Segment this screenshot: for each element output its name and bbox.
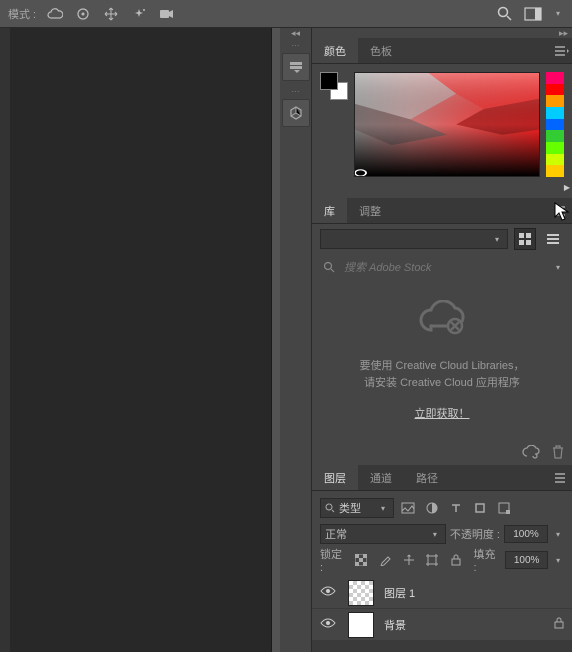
fill-input[interactable]: 100% xyxy=(505,551,548,569)
lock-all-icon[interactable] xyxy=(446,550,466,570)
blend-mode-select[interactable]: 正常▾ xyxy=(320,524,446,544)
cloud-sync-icon[interactable] xyxy=(522,445,540,462)
mode-label: 模式 : xyxy=(8,6,36,22)
layer-row[interactable]: 背景 xyxy=(312,609,572,641)
visibility-icon[interactable] xyxy=(320,617,338,632)
cloud-disabled-icon xyxy=(417,300,467,346)
dock-label-1: ··· xyxy=(292,42,300,50)
lock-artboard-icon[interactable] xyxy=(422,550,442,570)
cc-message-line1: 要使用 Creative Cloud Libraries， xyxy=(359,358,524,375)
layer-name[interactable]: 背景 xyxy=(384,617,544,633)
sparkle-tool-icon[interactable] xyxy=(130,5,148,23)
move-tool-icon[interactable] xyxy=(102,5,120,23)
grid-view-button[interactable] xyxy=(514,228,536,250)
circle-tool-icon[interactable] xyxy=(74,5,92,23)
color-spectrum[interactable] xyxy=(354,72,540,177)
dock-button-history[interactable] xyxy=(282,53,310,81)
search-icon xyxy=(320,258,338,276)
workspace-icon[interactable] xyxy=(524,5,542,23)
dock-button-3d[interactable] xyxy=(282,99,310,127)
lock-paint-icon[interactable] xyxy=(375,550,395,570)
panel-menu-icon[interactable] xyxy=(552,198,572,223)
lock-transparent-icon[interactable] xyxy=(352,550,372,570)
visibility-icon[interactable] xyxy=(320,585,338,600)
lock-label: 锁定 : xyxy=(320,546,348,574)
tab-adjustments[interactable]: 调整 xyxy=(347,198,393,223)
panel-menu-icon[interactable] xyxy=(552,38,572,63)
panel-menu-icon[interactable] xyxy=(552,465,572,490)
filter-shape-icon[interactable] xyxy=(470,498,490,518)
tab-color[interactable]: 颜色 xyxy=(312,38,358,63)
trash-icon[interactable] xyxy=(552,445,564,462)
tab-layers[interactable]: 图层 xyxy=(312,465,358,490)
foreground-color[interactable] xyxy=(320,72,338,90)
expand-right-icon[interactable]: ▸▸ xyxy=(312,28,572,38)
layer-row[interactable]: 图层 1 xyxy=(312,577,572,609)
layer-thumbnail[interactable] xyxy=(348,580,374,606)
list-view-button[interactable] xyxy=(542,228,564,250)
fill-chevron-icon[interactable]: ▾ xyxy=(552,556,564,565)
cc-get-link[interactable]: 立即获取！ xyxy=(415,405,470,421)
video-tool-icon[interactable] xyxy=(158,5,176,23)
filter-image-icon[interactable] xyxy=(398,498,418,518)
filter-type-icon[interactable] xyxy=(446,498,466,518)
lock-icon xyxy=(554,617,564,632)
layer-thumbnail[interactable] xyxy=(348,612,374,638)
canvas-area xyxy=(0,28,280,652)
tab-paths[interactable]: 路径 xyxy=(404,465,450,490)
opacity-input[interactable]: 100% xyxy=(504,525,548,543)
opacity-chevron-icon[interactable]: ▾ xyxy=(552,530,564,539)
layer-name[interactable]: 图层 1 xyxy=(384,585,564,601)
foreground-background-swatch[interactable] xyxy=(320,72,348,100)
tab-library[interactable]: 库 xyxy=(312,198,347,223)
workspace-chevron-icon[interactable]: ▾ xyxy=(552,9,564,18)
tab-channels[interactable]: 通道 xyxy=(358,465,404,490)
cloud-icon[interactable] xyxy=(46,5,64,23)
filter-smartobject-icon[interactable] xyxy=(494,498,514,518)
layer-filter-kind[interactable]: 类型 ▾ xyxy=(320,498,394,518)
hue-slider[interactable] xyxy=(546,72,564,177)
lock-position-icon[interactable] xyxy=(399,550,419,570)
search-icon[interactable] xyxy=(496,5,514,23)
cc-message-line2: 请安装 Creative Cloud 应用程序 xyxy=(364,375,520,392)
tab-swatches[interactable]: 色板 xyxy=(358,38,404,63)
library-select[interactable]: ▾ xyxy=(320,229,508,249)
stock-search-input[interactable]: 搜索 Adobe Stock xyxy=(344,259,546,275)
filter-adjustment-icon[interactable] xyxy=(422,498,442,518)
fill-label: 填充 : xyxy=(474,546,502,574)
opacity-label: 不透明度 : xyxy=(450,526,500,542)
collapse-left-icon[interactable]: ◂◂ xyxy=(280,28,311,38)
dock-label-2: ··· xyxy=(292,88,300,96)
search-chevron-icon[interactable]: ▾ xyxy=(552,263,564,272)
hue-indicator-icon: ▶ xyxy=(564,183,570,192)
